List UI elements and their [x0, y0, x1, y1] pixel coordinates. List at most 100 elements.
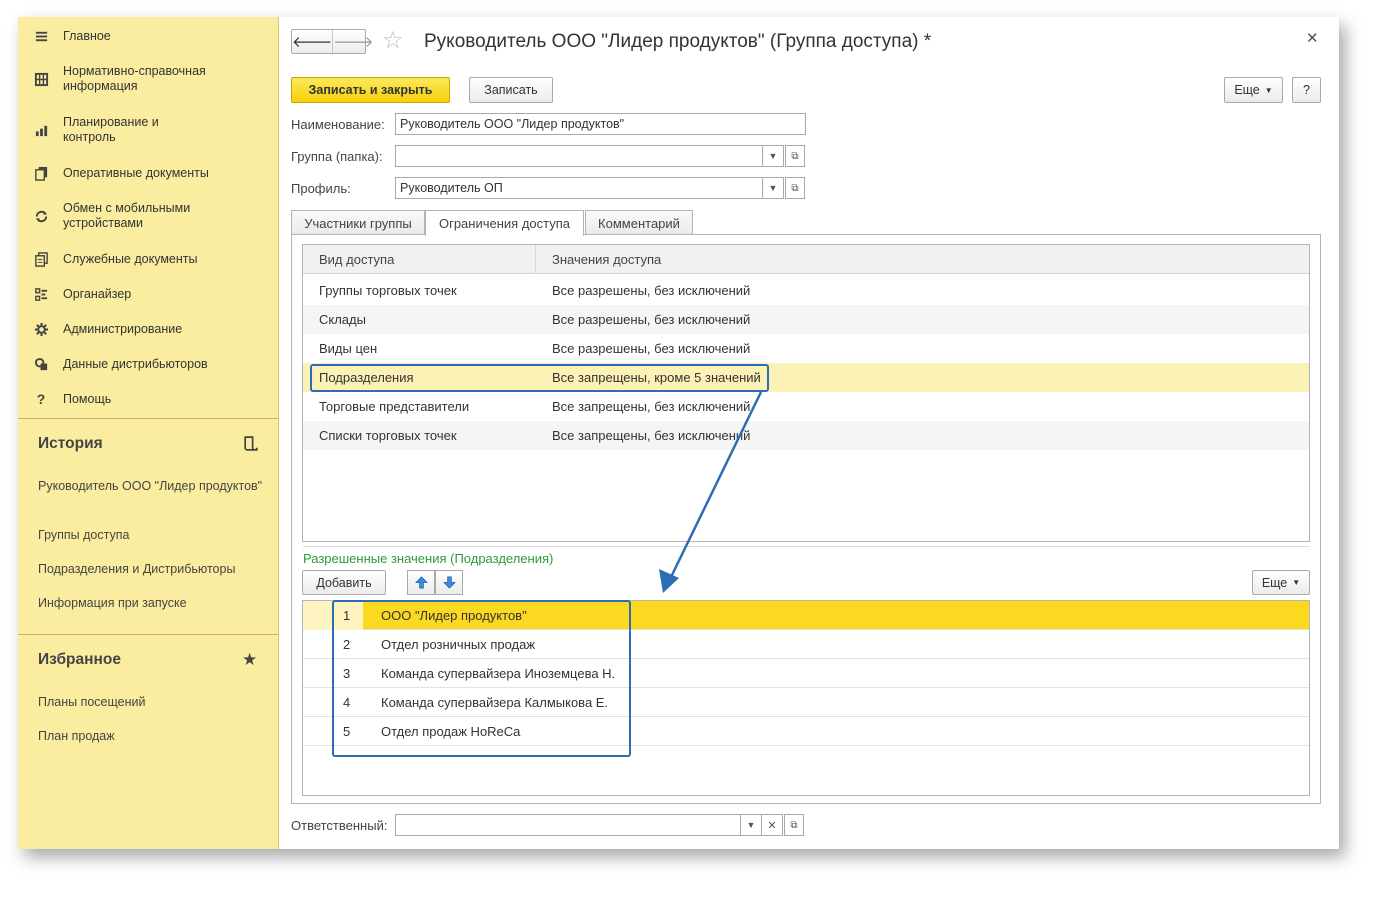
more-button[interactable]: Еще ▼: [1224, 77, 1283, 103]
sidebar-item-main[interactable]: Главное: [18, 27, 278, 45]
row-number: 4: [343, 695, 351, 710]
sidebar-item-help[interactable]: ? Помощь: [18, 390, 278, 408]
sidebar-item-label: Данные дистрибьюторов: [63, 356, 208, 371]
forward-arrow-icon[interactable]: 🡒: [332, 30, 373, 53]
star-filled-icon[interactable]: ★: [242, 650, 260, 669]
bar-chart-icon: [32, 121, 50, 139]
chevron-down-icon: ▼: [1264, 85, 1273, 95]
sidebar-item-service-docs[interactable]: Служебные документы: [18, 250, 278, 268]
responsible-label: Ответственный:: [291, 818, 388, 833]
chevron-down-icon[interactable]: ▼: [740, 814, 762, 836]
row-number: 3: [343, 666, 351, 681]
history-item[interactable]: Группы доступа: [38, 528, 268, 543]
profile-label: Профиль:: [291, 181, 351, 196]
sidebar-item-label: Главное: [63, 28, 111, 43]
open-icon[interactable]: ⧉: [784, 814, 804, 836]
column-header[interactable]: Вид доступа: [303, 245, 536, 274]
access-value-cell: Все запрещены, кроме 5 значений: [552, 370, 761, 385]
clear-icon[interactable]: ✕: [761, 814, 783, 836]
table-row[interactable]: Торговые представители Все запрещены, бе…: [303, 392, 1309, 421]
favorites-item[interactable]: План продаж: [38, 729, 268, 744]
table-row[interactable]: 5 Отдел продаж HoReCa: [303, 717, 1309, 746]
group-field[interactable]: [395, 145, 763, 167]
group-label: Группа (папка):: [291, 149, 383, 164]
access-kind-cell: Списки торговых точек: [319, 428, 457, 443]
help-icon: ?: [36, 390, 46, 407]
table-row[interactable]: 1 ООО "Лидер продуктов": [303, 601, 1309, 630]
allowed-more-button[interactable]: Еще ▼: [1252, 570, 1310, 595]
access-value-cell: Все запрещены, без исключений: [552, 428, 751, 443]
access-value-cell: Все разрешены, без исключений: [552, 283, 751, 298]
sidebar-item-label: Оперативные документы: [63, 165, 209, 180]
open-icon[interactable]: ⧉: [785, 177, 805, 199]
access-table: Вид доступа Значения доступа Группы торг…: [302, 244, 1310, 542]
section-divider: [303, 546, 1310, 547]
tab-access-restrictions[interactable]: Ограничения доступа: [425, 210, 584, 236]
sidebar-item-administration[interactable]: Администрирование: [18, 320, 278, 338]
favorite-star-icon[interactable]: ☆: [382, 29, 404, 53]
more-label: Еще: [1234, 83, 1260, 97]
history-item[interactable]: Руководитель ООО "Лидер продуктов": [38, 479, 268, 494]
division-cell: ООО "Лидер продуктов": [381, 608, 527, 623]
back-arrow-icon[interactable]: 🡐: [292, 30, 332, 53]
save-and-close-button[interactable]: Записать и закрыть: [291, 77, 450, 103]
history-item[interactable]: Информация при запуске: [38, 596, 268, 611]
chevron-down-icon: ▼: [1292, 578, 1301, 587]
history-clear-icon[interactable]: [242, 435, 260, 453]
page-title: Руководитель ООО "Лидер продуктов" (Груп…: [424, 31, 932, 52]
allowed-values-title: Разрешенные значения (Подразделения): [303, 551, 554, 566]
tab-participants[interactable]: Участники группы: [291, 210, 425, 235]
access-kind-cell: Виды цен: [319, 341, 378, 356]
sidebar-item-operational-docs[interactable]: Оперативные документы: [18, 164, 278, 182]
save-button[interactable]: Записать: [469, 77, 553, 103]
documents-icon: [32, 164, 50, 182]
gear-icon: [32, 320, 50, 338]
table-row[interactable]: 3 Команда супервайзера Иноземцева Н.: [303, 659, 1309, 688]
division-cell: Отдел розничных продаж: [381, 637, 536, 652]
more-label: Еще: [1261, 575, 1288, 590]
sidebar-item-label: Помощь: [63, 391, 112, 406]
chevron-down-icon[interactable]: ▼: [762, 177, 784, 199]
access-kind-cell: Склады: [319, 312, 366, 327]
chevron-down-icon[interactable]: ▼: [762, 145, 784, 167]
help-button[interactable]: ?: [1292, 77, 1321, 103]
add-button[interactable]: Добавить: [302, 570, 386, 595]
responsible-field[interactable]: [395, 814, 741, 836]
close-icon[interactable]: ✕: [1306, 29, 1319, 47]
table-row[interactable]: Склады Все разрешены, без исключений: [303, 305, 1309, 334]
sidebar-item-organizer[interactable]: Органайзер: [18, 285, 278, 303]
table-row[interactable]: Списки торговых точек Все запрещены, без…: [303, 421, 1309, 450]
table-row[interactable]: Группы торговых точек Все разрешены, без…: [303, 276, 1309, 305]
table-row[interactable]: Виды цен Все разрешены, без исключений: [303, 334, 1309, 363]
table-row[interactable]: Подразделения Все запрещены, кроме 5 зна…: [303, 363, 1309, 392]
division-cell: Отдел продаж HoReCa: [381, 724, 521, 739]
row-number: 2: [343, 637, 351, 652]
sidebar-item-planning[interactable]: Планирование и контроль: [18, 114, 278, 146]
access-value-cell: Все запрещены, без исключений: [552, 399, 751, 414]
sidebar-item-label: Нормативно-справочная информация: [63, 64, 206, 93]
sidebar-item-mobile-exchange[interactable]: Обмен с мобильными устройствами: [18, 200, 278, 232]
move-down-button[interactable]: [435, 570, 463, 595]
access-kind-cell: Подразделения: [319, 370, 414, 385]
sidebar-item-label: Органайзер: [63, 286, 132, 301]
sidebar-divider: [18, 418, 279, 419]
division-cell: Команда супервайзера Калмыкова Е.: [381, 695, 609, 710]
favorites-item[interactable]: Планы посещений: [38, 695, 268, 710]
table-row[interactable]: 2 Отдел розничных продаж: [303, 630, 1309, 659]
access-value-cell: Все разрешены, без исключений: [552, 312, 751, 327]
history-item[interactable]: Подразделения и Дистрибьюторы: [38, 562, 268, 577]
open-icon[interactable]: ⧉: [785, 145, 805, 167]
arrow-down-icon: [442, 576, 456, 589]
sidebar: Главное Нормативно-справочная информация…: [18, 17, 279, 849]
sidebar-item-label: Администрирование: [63, 321, 183, 336]
sidebar-item-reference[interactable]: Нормативно-справочная информация: [18, 63, 278, 95]
tab-comment[interactable]: Комментарий: [585, 210, 693, 235]
table-row[interactable]: 4 Команда супервайзера Калмыкова Е.: [303, 688, 1309, 717]
sidebar-item-distributor-data[interactable]: Данные дистрибьюторов: [18, 355, 278, 373]
table-header: Вид доступа Значения доступа: [303, 245, 1309, 274]
profile-field[interactable]: Руководитель ОП: [395, 177, 763, 199]
history-title: История: [38, 435, 103, 452]
move-up-button[interactable]: [407, 570, 435, 595]
name-field[interactable]: Руководитель ООО "Лидер продуктов": [395, 113, 806, 135]
column-header[interactable]: Значения доступа: [536, 245, 661, 274]
